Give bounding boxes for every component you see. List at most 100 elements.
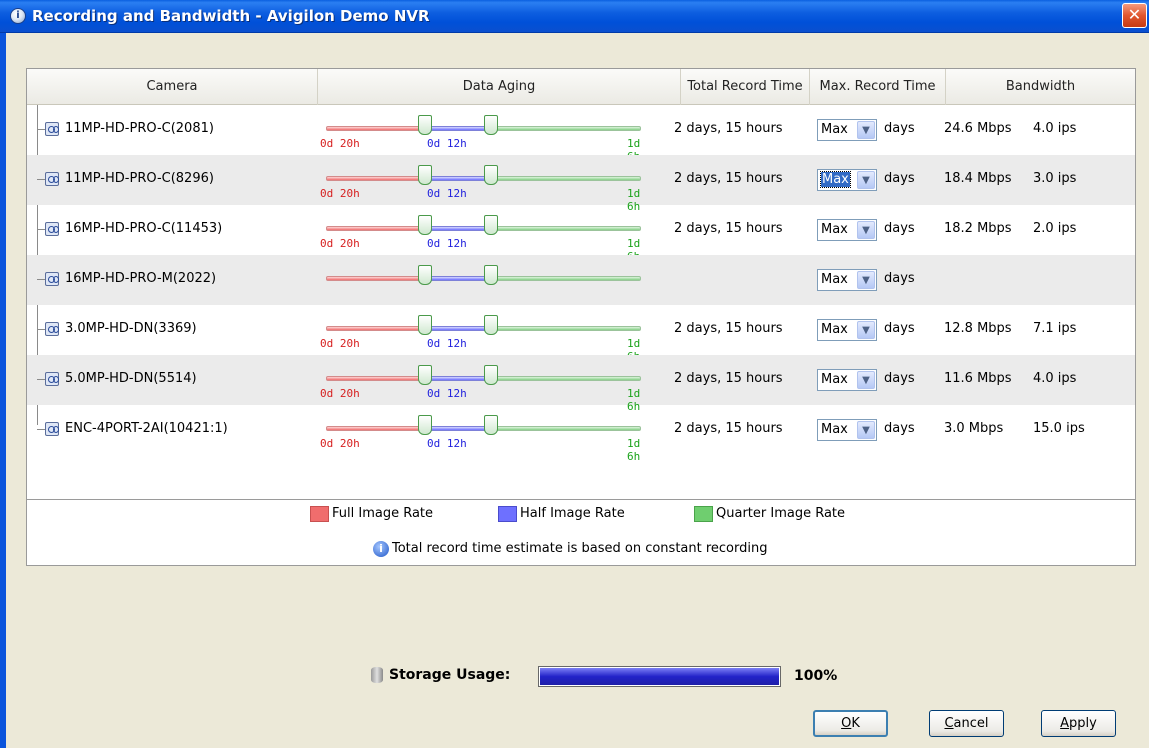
frame-rate-value: 4.0 ips (1033, 121, 1077, 136)
data-aging-slider[interactable]: 0d 20h0d 12h1d 6h (320, 365, 660, 413)
half-quarter-handle[interactable] (484, 215, 498, 235)
half-quarter-handle[interactable] (484, 265, 498, 285)
ok-label: K (851, 716, 860, 731)
half-quarter-handle[interactable] (484, 315, 498, 335)
camera-icon (45, 122, 59, 136)
table-row[interactable]: 16MP-HD-PRO-M(2022) Max ▼ days (27, 255, 1135, 305)
max-record-time-select[interactable]: Max ▼ (817, 219, 877, 241)
chevron-down-icon[interactable]: ▼ (857, 371, 875, 389)
half-quarter-handle[interactable] (484, 165, 498, 185)
legend-label: Half Image Rate (520, 506, 625, 521)
data-aging-slider[interactable]: 0d 20h0d 12h1d 6h (320, 215, 660, 263)
full-half-handle[interactable] (418, 365, 432, 385)
column-header-total-record-time[interactable]: Total Record Time (681, 69, 810, 105)
max-record-time-select[interactable]: Max ▼ (817, 269, 877, 291)
full-half-handle[interactable] (418, 215, 432, 235)
max-record-time-select[interactable]: Max ▼ (817, 369, 877, 391)
half-rate-duration: 0d 12h (427, 387, 467, 400)
total-record-time: 2 days, 15 hours (674, 321, 783, 336)
half-quarter-handle[interactable] (484, 365, 498, 385)
full-half-handle[interactable] (418, 265, 432, 285)
chevron-down-icon[interactable]: ▼ (857, 321, 875, 339)
table-row[interactable]: ENC-4PORT-2AI(10421:1) 0d 20h 0d 12h 1d 6h 2… (27, 405, 1135, 463)
max-record-time-select[interactable]: Max ▼ (817, 419, 877, 441)
bandwidth-value: 18.4 Mbps (944, 171, 1012, 186)
bandwidth-value: 12.8 Mbps (944, 321, 1012, 336)
full-rate-track (326, 226, 423, 231)
max-record-time-select[interactable]: Max ▼ (817, 319, 877, 341)
table-row[interactable]: 11MP-HD-PRO-C(2081)0d 20h0d 12h1d 6h2 da… (27, 105, 1135, 163)
apply-button[interactable]: Apply (1041, 710, 1116, 737)
quarter-rate-track (489, 426, 641, 431)
cancel-label: ancel (953, 716, 989, 731)
camera-name: 5.0MP-HD-DN(5514) (65, 371, 197, 386)
chevron-down-icon[interactable]: ▼ (857, 421, 875, 439)
quarter-rate-track (489, 376, 641, 381)
tree-branch (37, 229, 45, 230)
quarter-rate-track (489, 176, 641, 181)
app-icon: i (10, 8, 26, 24)
data-aging-slider[interactable]: 0d 20h0d 12h1d 6h (320, 315, 660, 363)
chevron-down-icon[interactable]: ▼ (857, 171, 875, 189)
full-half-handle[interactable] (418, 315, 432, 335)
full-half-handle[interactable] (418, 415, 432, 435)
half-rate-track (423, 426, 489, 431)
frame-rate-value: 2.0 ips (1033, 221, 1077, 236)
data-aging-slider[interactable]: 0d 20h0d 12h1d 6h (320, 115, 660, 163)
legend-full-image-rate: Full Image Rate (310, 506, 433, 524)
close-button[interactable]: ✕ (1122, 3, 1147, 28)
data-aging-slider[interactable]: 0d 20h0d 12h1d 6h (320, 415, 660, 463)
table-row[interactable]: 11MP-HD-PRO-C(8296) 0d 20h 0d 12h 1d 6h 2 da… (27, 155, 1135, 213)
chevron-down-icon[interactable]: ▼ (857, 121, 875, 139)
days-label: days (884, 221, 915, 236)
database-icon (371, 667, 383, 683)
table-row[interactable]: 3.0MP-HD-DN(3369) 0d 20h0d 12h1d 6h 2 days… (27, 305, 1135, 363)
table-row[interactable]: 5.0MP-HD-DN(5514) 0d 20h 0d 12h 1d 6h 2 days… (27, 355, 1135, 413)
half-rate-track (423, 326, 489, 331)
chevron-down-icon[interactable]: ▼ (857, 271, 875, 289)
quarter-rate-track (489, 326, 641, 331)
days-label: days (884, 121, 915, 136)
chevron-down-icon[interactable]: ▼ (857, 221, 875, 239)
full-rate-track (326, 326, 423, 331)
data-aging-slider[interactable] (320, 265, 660, 301)
quarter-rate-track (489, 226, 641, 231)
camera-name: 3.0MP-HD-DN(3369) (65, 321, 197, 336)
max-record-time-select[interactable]: Max ▼ (817, 119, 877, 141)
storage-usage: Storage Usage: (371, 667, 510, 683)
ok-button[interactable]: OK (813, 710, 888, 737)
half-quarter-handle[interactable] (484, 115, 498, 135)
max-record-time-select[interactable]: Max ▼ (817, 169, 877, 191)
tree-branch (37, 279, 45, 280)
tree-branch (37, 429, 45, 430)
half-quarter-handle[interactable] (484, 415, 498, 435)
column-header-data-aging[interactable]: Data Aging (318, 69, 681, 105)
half-rate-duration: 0d 12h (427, 337, 467, 350)
cancel-button[interactable]: Cancel (929, 710, 1004, 737)
days-label: days (884, 271, 915, 286)
quarter-rate-track (489, 126, 641, 131)
full-rate-track (326, 176, 423, 181)
full-half-handle[interactable] (418, 165, 432, 185)
total-record-time: 2 days, 15 hours (674, 171, 783, 186)
frame-rate-value: 15.0 ips (1033, 421, 1085, 436)
column-header-max-record-time[interactable]: Max. Record Time (810, 69, 946, 105)
data-aging-slider[interactable]: 0d 20h0d 12h1d 6h (320, 165, 660, 213)
bandwidth-value: 18.2 Mbps (944, 221, 1012, 236)
half-rate-track (423, 276, 489, 281)
full-half-handle[interactable] (418, 115, 432, 135)
half-rate-track (423, 226, 489, 231)
bandwidth-value: 3.0 Mbps (944, 421, 1004, 436)
window-frame-left (0, 33, 6, 748)
camera-icon (45, 322, 59, 336)
camera-name: ENC-4PORT-2AI(10421:1) (65, 421, 228, 436)
days-label: days (884, 421, 915, 436)
total-record-time: 2 days, 15 hours (674, 121, 783, 136)
full-rate-track (326, 426, 423, 431)
table-row[interactable]: 16MP-HD-PRO-C(11453)0d 20h0d 12h1d 6h2 d… (27, 205, 1135, 263)
half-rate-track (423, 126, 489, 131)
column-header-bandwidth[interactable]: Bandwidth (946, 69, 1135, 105)
legend-separator (27, 499, 1135, 500)
camera-name: 16MP-HD-PRO-C(11453) (65, 221, 223, 236)
column-header-camera[interactable]: Camera (27, 69, 318, 105)
